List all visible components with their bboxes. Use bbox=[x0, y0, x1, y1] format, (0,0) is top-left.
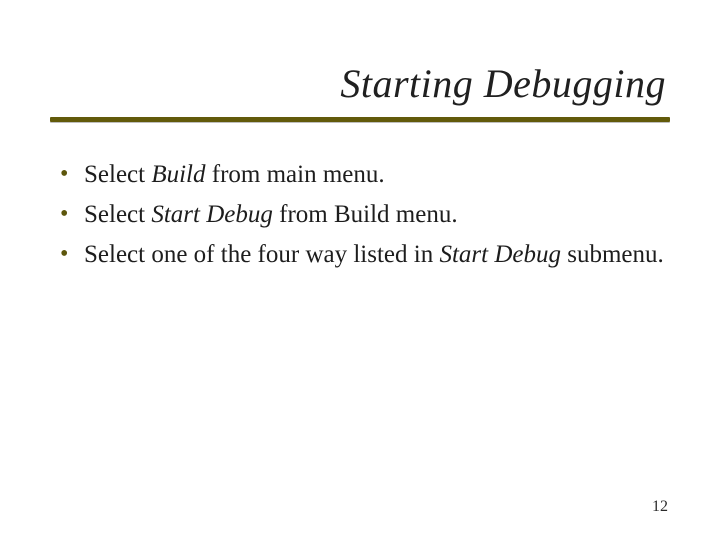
text-span: Select one of the four way listed in bbox=[84, 241, 439, 268]
text-span: from main menu. bbox=[206, 161, 385, 188]
list-item: Select Build from main menu. bbox=[56, 158, 670, 192]
accent-bar bbox=[50, 117, 670, 122]
text-span: from Build menu. bbox=[273, 201, 458, 228]
italic-term: Start Debug bbox=[151, 201, 273, 228]
text-span: Select bbox=[84, 201, 151, 228]
list-item: Select Start Debug from Build menu. bbox=[56, 198, 670, 232]
text-span: Select bbox=[84, 161, 151, 188]
italic-term: Start Debug bbox=[439, 241, 561, 268]
bullet-list: Select Build from main menu. Select Star… bbox=[50, 158, 670, 271]
list-item: Select one of the four way listed in Sta… bbox=[56, 238, 670, 272]
slide-title: Starting Debugging bbox=[340, 60, 666, 107]
italic-term: Build bbox=[151, 161, 205, 188]
heading-wrap: Starting Debugging bbox=[50, 60, 670, 107]
text-span: submenu. bbox=[561, 241, 664, 268]
slide: Starting Debugging Select Build from mai… bbox=[0, 0, 720, 540]
page-number: 12 bbox=[652, 498, 668, 516]
